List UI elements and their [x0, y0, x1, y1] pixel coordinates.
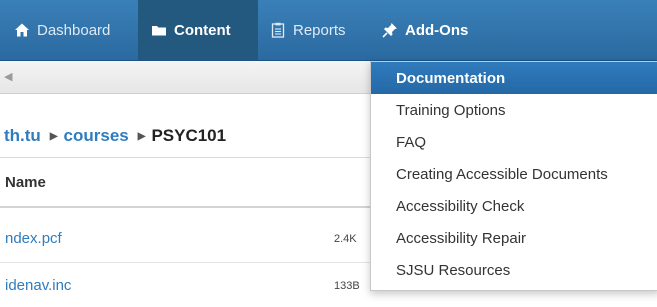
- folder-icon: [151, 22, 167, 38]
- file-name-link[interactable]: idenav.inc: [5, 277, 71, 294]
- collapse-arrow-icon[interactable]: ◀: [4, 70, 12, 83]
- nav-dashboard[interactable]: Dashboard: [0, 0, 138, 60]
- nav-addons-label: Add-Ons: [405, 21, 469, 39]
- top-navbar: Dashboard Content Reports Add-Ons: [0, 0, 657, 61]
- file-size: 2.4K: [334, 233, 357, 245]
- breadcrumb-item-site[interactable]: th.tu: [4, 126, 41, 146]
- pin-icon: [382, 22, 398, 38]
- home-icon: [14, 22, 30, 38]
- breadcrumb-current: PSYC101: [151, 126, 227, 145]
- breadcrumb-separator-icon: ▶: [137, 130, 146, 142]
- file-name-link[interactable]: ndex.pcf: [5, 230, 62, 247]
- menu-item-faq[interactable]: FAQ: [371, 126, 657, 158]
- menu-item-accessibility-check[interactable]: Accessibility Check: [371, 190, 657, 222]
- nav-content[interactable]: Content: [138, 0, 258, 60]
- menu-item-creating-accessible-documents[interactable]: Creating Accessible Documents: [371, 158, 657, 190]
- clipboard-icon: [270, 22, 286, 38]
- menu-item-training-options[interactable]: Training Options: [371, 94, 657, 126]
- menu-item-documentation[interactable]: Documentation: [371, 62, 657, 94]
- breadcrumb-item-courses[interactable]: courses: [64, 126, 129, 146]
- nav-content-label: Content: [174, 21, 231, 39]
- nav-reports-label: Reports: [293, 21, 346, 39]
- menu-item-accessibility-repair[interactable]: Accessibility Repair: [371, 222, 657, 254]
- nav-dashboard-label: Dashboard: [37, 21, 111, 39]
- addons-dropdown-menu: Documentation Training Options FAQ Creat…: [370, 61, 657, 291]
- nav-reports[interactable]: Reports: [258, 0, 370, 60]
- breadcrumb-separator-icon: ▶: [49, 130, 58, 142]
- nav-addons[interactable]: Add-Ons: [370, 0, 500, 60]
- breadcrumb: th.tu ▶ courses ▶ PSYC101: [4, 126, 226, 146]
- column-header-name[interactable]: Name: [5, 174, 46, 191]
- menu-item-sjsu-resources[interactable]: SJSU Resources: [371, 254, 657, 286]
- file-size: 133B: [334, 280, 360, 292]
